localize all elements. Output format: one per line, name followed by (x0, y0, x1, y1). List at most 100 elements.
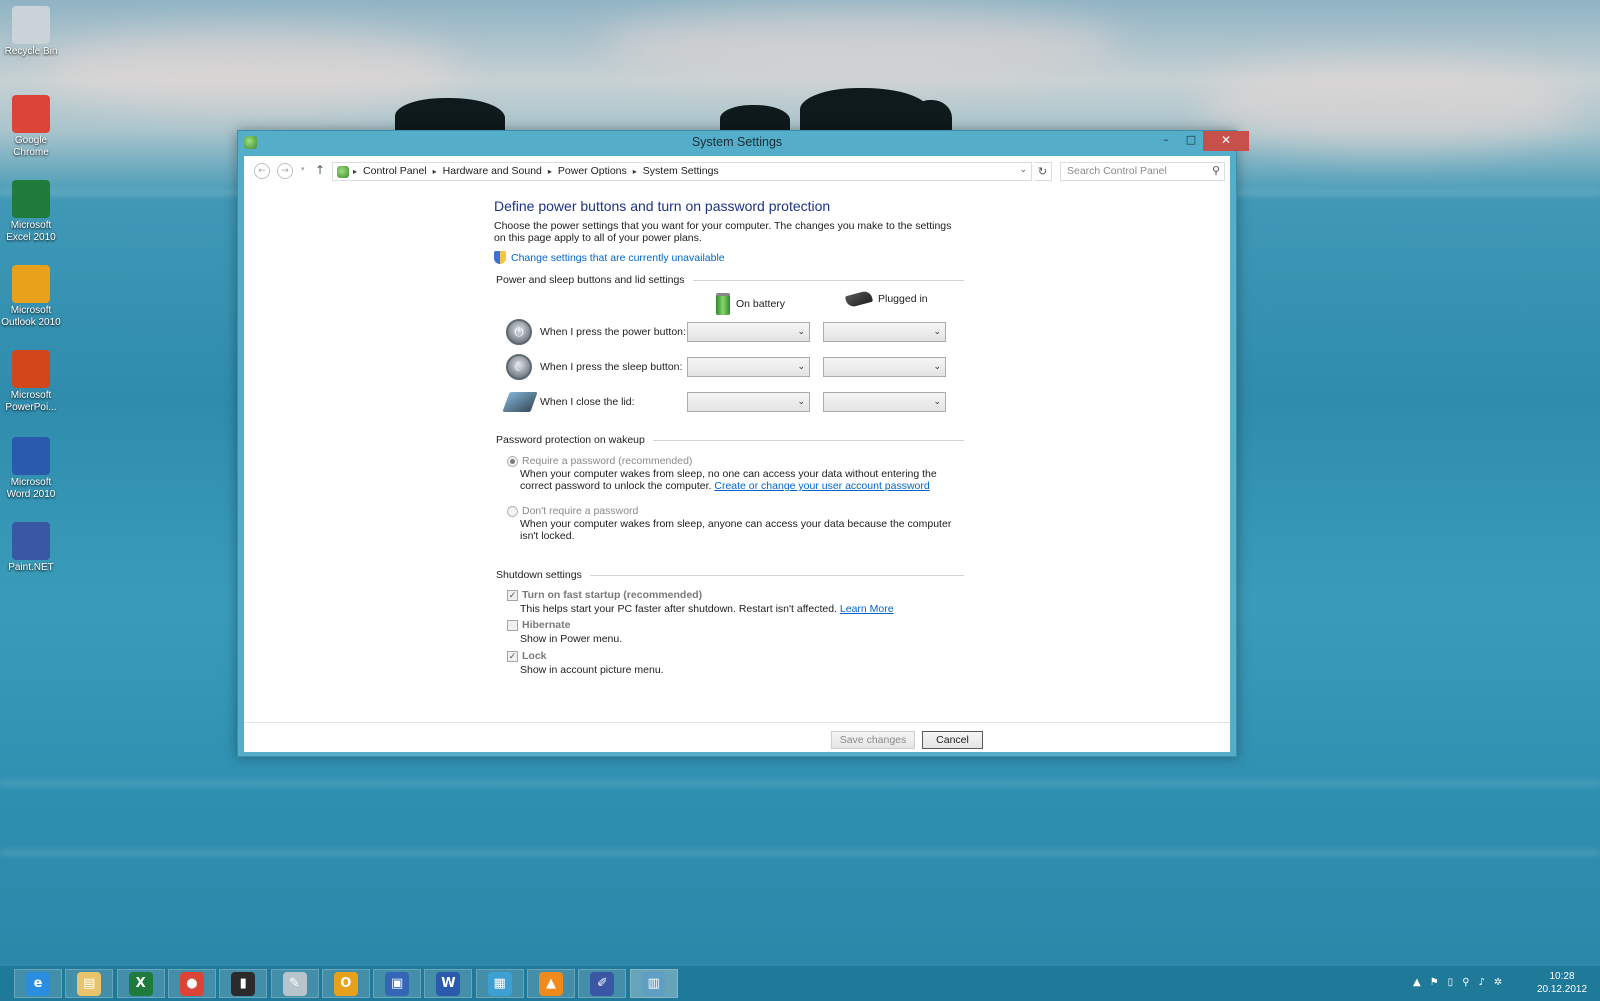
search-input[interactable]: Search Control Panel ⚲ (1060, 162, 1225, 181)
hibernate-checkbox[interactable] (507, 619, 518, 631)
breadcrumb-system-settings[interactable]: System Settings (643, 165, 719, 177)
chevron-right-icon[interactable]: ▸ (633, 167, 637, 176)
power-button-row: ⏻ When I press the power button: ⌄ ⌄ (506, 319, 966, 345)
breadcrumb-hardware-and-sound[interactable]: Hardware and Sound (443, 165, 542, 177)
battery-icon[interactable]: ▯ (1448, 977, 1454, 988)
laptop-lid-icon (502, 392, 538, 412)
section-divider (589, 574, 964, 576)
fast-startup-text: This helps start your PC faster after sh… (520, 603, 837, 615)
desktop-icon-powerpoint[interactable]: Microsoft PowerPoi... (0, 350, 62, 414)
save-changes-button[interactable]: Save changes (831, 731, 915, 749)
network-icon[interactable]: ⚲ (1462, 977, 1469, 988)
volume-icon[interactable]: ♪ (1479, 977, 1485, 988)
app-tray-icon[interactable]: ✲ (1494, 977, 1502, 988)
close-lid-plugged-select[interactable]: ⌄ (823, 392, 946, 412)
chevron-down-icon: ⌄ (797, 326, 805, 336)
section-divider (692, 279, 964, 281)
search-placeholder: Search Control Panel (1067, 165, 1167, 177)
lock-option[interactable]: ✓ Lock (507, 650, 547, 662)
hibernate-label: Hibernate (522, 619, 571, 631)
search-icon[interactable]: ⚲ (1212, 164, 1220, 177)
taskbar-outlook[interactable]: O (321, 969, 370, 998)
taskbar-chrome[interactable]: ● (167, 969, 216, 998)
chevron-right-icon[interactable]: ▸ (548, 167, 552, 176)
lock-checkbox[interactable]: ✓ (507, 650, 518, 662)
breadcrumb-power-options[interactable]: Power Options (558, 165, 627, 177)
sleep-button-label: When I press the sleep button: (540, 361, 683, 373)
desktop-icon-word[interactable]: Microsoft Word 2010 (0, 437, 62, 501)
taskbar-cmd[interactable]: ▮ (219, 969, 268, 998)
page-description: Choose the power settings that you want … (494, 220, 952, 244)
require-password-radio[interactable] (507, 455, 518, 467)
taskbar-network-drive[interactable]: ▦ (475, 969, 524, 998)
taskbar-paint-net[interactable]: ✐ (578, 969, 627, 998)
learn-more-link[interactable]: Learn More (840, 603, 894, 615)
minimize-button[interactable]: – (1153, 131, 1179, 151)
refresh-button[interactable]: ↻ (1034, 162, 1052, 181)
desktop-icon-label: Microsoft PowerPoi... (5, 390, 57, 413)
excel-icon: X (128, 971, 153, 996)
hibernate-option[interactable]: Hibernate (507, 619, 570, 631)
desktop-icon-outlook[interactable]: Microsoft Outlook 2010 (0, 265, 62, 329)
lock-description: Show in account picture menu. (520, 664, 664, 676)
chevron-right-icon[interactable]: ▸ (433, 167, 437, 176)
taskbar-notepad[interactable]: ✎ (270, 969, 319, 998)
create-password-link[interactable]: Create or change your user account passw… (714, 480, 929, 492)
desktop-icon-label: Microsoft Word 2010 (6, 477, 56, 500)
close-button[interactable]: ✕ (1203, 131, 1249, 151)
fast-startup-option[interactable]: ✓ Turn on fast startup (recommended) (507, 589, 702, 601)
dont-require-password-radio[interactable] (507, 505, 518, 517)
require-password-label: Require a password (recommended) (522, 455, 693, 467)
shutdown-section-header: Shutdown settings (496, 569, 964, 581)
taskbar-control-panel[interactable]: ▥ (629, 969, 678, 998)
up-button[interactable]: ↑ (315, 163, 325, 177)
password-section-title: Password protection on wakeup (496, 434, 645, 446)
taskbar-excel[interactable]: X (116, 969, 165, 998)
address-bar[interactable]: ▸ Control Panel ▸ Hardware and Sound ▸ P… (332, 162, 1032, 181)
close-lid-battery-select[interactable]: ⌄ (687, 392, 810, 412)
maximize-button[interactable]: □ (1179, 131, 1203, 151)
dont-require-password-option[interactable]: Don't require a password (507, 505, 638, 517)
fast-startup-checkbox[interactable]: ✓ (507, 589, 518, 601)
chevron-down-icon: ⌄ (797, 361, 805, 371)
require-password-description: When your computer wakes from sleep, no … (520, 468, 960, 492)
show-hidden-icons-icon[interactable]: ▲ (1413, 977, 1421, 988)
desktop-icon-recycle-bin[interactable]: Recycle Bin (0, 6, 62, 58)
chrome-icon (12, 95, 50, 133)
breadcrumb-control-panel[interactable]: Control Panel (363, 165, 427, 177)
dont-require-password-label: Don't require a password (522, 505, 639, 517)
cmd-icon: ▮ (231, 971, 256, 996)
forward-button[interactable]: → (277, 163, 293, 179)
sleep-button-battery-select[interactable]: ⌄ (687, 357, 810, 377)
column-on-battery: On battery (716, 293, 785, 315)
change-settings-link[interactable]: Change settings that are currently unava… (494, 251, 725, 264)
power-button-battery-select[interactable]: ⌄ (687, 322, 810, 342)
taskbar-remote-desktop[interactable]: ▣ (373, 969, 422, 998)
desktop-icon-paintnet[interactable]: Paint.NET (0, 522, 62, 574)
recycle-bin-icon (12, 6, 50, 44)
chevron-down-icon: ⌄ (933, 326, 941, 336)
clock[interactable]: 10:28 20.12.2012 (1534, 970, 1590, 996)
taskbar-internet-explorer[interactable]: e (14, 969, 62, 998)
power-button-plugged-select[interactable]: ⌄ (823, 322, 946, 342)
action-center-flag-icon[interactable]: ⚑ (1430, 977, 1439, 988)
fast-startup-label: Turn on fast startup (recommended) (522, 589, 703, 601)
taskbar-word[interactable]: W (424, 969, 473, 998)
desktop-icon-label: Paint.NET (8, 562, 54, 573)
cancel-button[interactable]: Cancel (922, 731, 983, 749)
title-bar[interactable]: System Settings – □ ✕ (238, 131, 1249, 155)
paint-net-icon: ✐ (590, 971, 615, 996)
require-password-option[interactable]: Require a password (recommended) (507, 455, 692, 467)
sleep-button-plugged-select[interactable]: ⌄ (823, 357, 946, 377)
desktop-icon-label: Recycle Bin (4, 46, 58, 57)
taskbar-file-explorer[interactable]: ▤ (65, 969, 114, 998)
change-settings-label[interactable]: Change settings that are currently unava… (511, 252, 725, 264)
vlc-icon: ▲ (539, 971, 563, 996)
on-battery-label: On battery (736, 298, 786, 310)
desktop-icon-excel[interactable]: Microsoft Excel 2010 (0, 180, 62, 244)
taskbar-vlc[interactable]: ▲ (527, 969, 575, 998)
recent-locations-dropdown[interactable]: ▾ (301, 165, 305, 173)
desktop-icon-chrome[interactable]: Google Chrome (0, 95, 62, 159)
chevron-down-icon[interactable]: ⌄ (1019, 165, 1027, 175)
back-button[interactable]: ← (254, 163, 270, 179)
